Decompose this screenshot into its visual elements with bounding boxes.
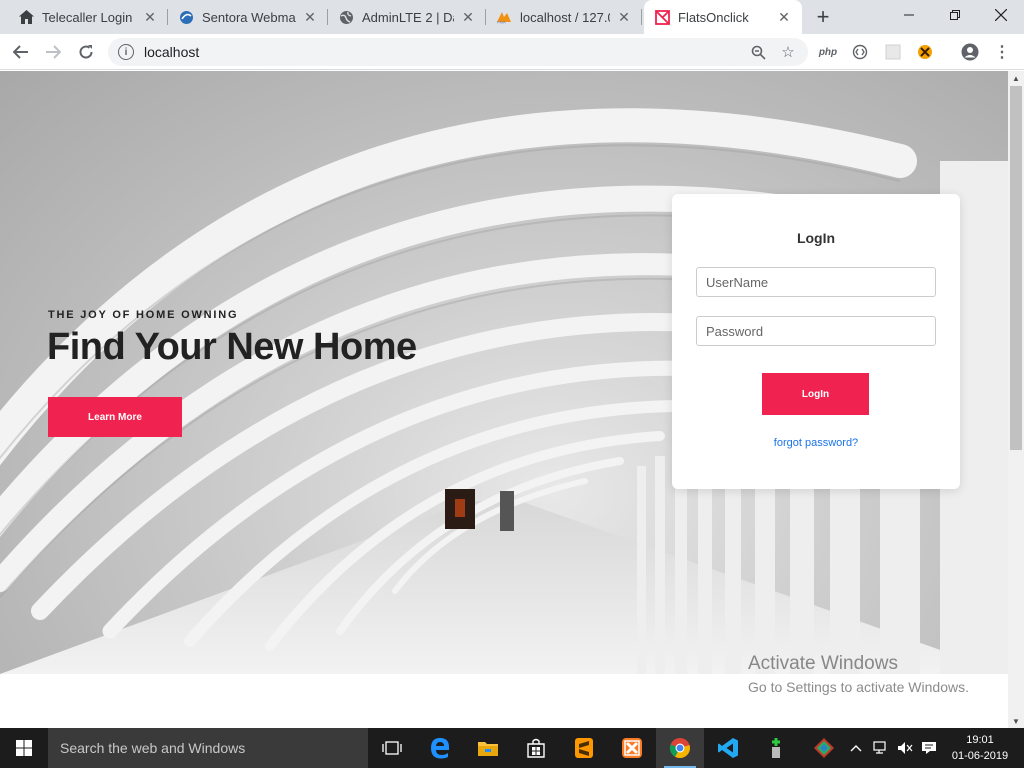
reload-button[interactable] [74, 40, 98, 64]
webmail-icon [178, 9, 194, 25]
login-button[interactable]: LogIn [762, 373, 869, 415]
vscode-icon[interactable] [704, 728, 752, 768]
tab-phpmyadmin[interactable]: PMA localhost / 127.0.0 ✕ [486, 0, 642, 34]
menu-kebab-icon[interactable]: ⋮ [992, 42, 1012, 62]
windows-logo-icon [16, 740, 32, 756]
tab-strip: Telecaller Login ✕ Sentora Webmail ✕ Adm… [0, 0, 1024, 34]
close-window-button[interactable] [978, 0, 1024, 30]
tab-title: localhost / 127.0.0 [520, 9, 610, 25]
scroll-up-icon[interactable]: ▲ [1008, 71, 1024, 85]
tab-title: Telecaller Login [42, 9, 133, 25]
zoom-icon[interactable] [748, 42, 768, 62]
address-bar[interactable]: i localhost ☆ [108, 38, 808, 66]
hero-headline: Find Your New Home [47, 326, 417, 368]
hero-banner: THE JOY OF HOME OWNING Find Your New Hom… [0, 71, 1008, 674]
volume-muted-icon[interactable] [894, 728, 916, 768]
show-hidden-icons[interactable] [846, 728, 866, 768]
store-icon[interactable] [512, 728, 560, 768]
devtools-extension-icon[interactable] [850, 42, 870, 62]
action-center-icon[interactable] [918, 728, 940, 768]
back-button[interactable] [9, 40, 33, 64]
tab-sentora-webmail[interactable]: Sentora Webmail ✕ [168, 0, 328, 34]
close-icon[interactable]: ✕ [460, 9, 476, 25]
blank-extension-icon[interactable] [883, 42, 903, 62]
tab-adminlte[interactable]: AdminLTE 2 | Dash ✕ [328, 0, 486, 34]
restore-button[interactable] [932, 0, 978, 30]
tab-title: Sentora Webmail [202, 9, 296, 25]
task-view-icon[interactable] [368, 728, 416, 768]
svg-text:PMA: PMA [497, 20, 506, 25]
watermark-title: Activate Windows [748, 653, 898, 674]
username-input[interactable] [696, 267, 936, 297]
new-tab-button[interactable]: + [810, 4, 836, 30]
login-title: LogIn [796, 230, 836, 246]
start-button[interactable] [0, 728, 48, 768]
network-icon[interactable] [870, 728, 892, 768]
sublime-text-icon[interactable] [560, 728, 608, 768]
home-icon [18, 9, 34, 25]
url-text: localhost [144, 44, 200, 60]
xampp-icon[interactable] [608, 728, 656, 768]
close-icon[interactable]: ✕ [616, 9, 632, 25]
chrome-icon[interactable] [656, 728, 704, 768]
password-input[interactable] [696, 316, 936, 346]
scrollbar-thumb[interactable] [1010, 86, 1022, 450]
scroll-down-icon[interactable]: ▼ [1008, 714, 1024, 728]
globe-icon [338, 9, 354, 25]
vertical-scrollbar[interactable]: ▲ ▼ [1008, 71, 1024, 728]
taskbar: Search the web and Windows 19:01 01-06-2… [0, 728, 1024, 768]
tab-telecaller-login[interactable]: Telecaller Login ✕ [8, 0, 168, 34]
learn-more-button[interactable]: Learn More [48, 397, 182, 437]
edge-browser-icon[interactable] [416, 728, 464, 768]
xampp-extension-icon[interactable] [915, 42, 935, 62]
profile-icon[interactable] [960, 42, 980, 62]
window-controls [886, 0, 1024, 30]
taskbar-search-box[interactable]: Search the web and Windows [48, 728, 368, 768]
close-icon[interactable]: ✕ [776, 9, 792, 25]
tab-title: FlatsOnclick [678, 9, 749, 25]
flatsonclick-icon [654, 9, 670, 25]
browser-toolbar: i localhost ☆ php ⋮ [0, 34, 1024, 70]
hero-subheading: THE JOY OF HOME OWNING [48, 309, 239, 321]
git-kraken-icon[interactable] [800, 728, 848, 768]
activation-watermark: Activate Windows Go to Settings to activ… [748, 653, 969, 695]
clock-date: 01-06-2019 [951, 750, 1009, 762]
page-viewport: THE JOY OF HOME OWNING Find Your New Hom… [0, 71, 1008, 728]
file-explorer-icon[interactable] [464, 728, 512, 768]
clock-time: 19:01 [966, 734, 994, 746]
tab-title: AdminLTE 2 | Dash [362, 9, 454, 25]
close-icon[interactable]: ✕ [142, 9, 158, 25]
php-extension-icon[interactable]: php [818, 42, 838, 62]
battery-tool-icon[interactable] [752, 728, 800, 768]
close-icon[interactable]: ✕ [302, 9, 318, 25]
tab-flatsonclick[interactable]: FlatsOnclick ✕ [644, 0, 802, 34]
system-clock[interactable]: 19:01 01-06-2019 [948, 732, 1012, 764]
forward-button[interactable] [41, 40, 65, 64]
bookmark-star-icon[interactable]: ☆ [778, 42, 798, 62]
forgot-password-link[interactable]: forgot password? [672, 437, 960, 449]
minimize-button[interactable] [886, 0, 932, 30]
login-card: LogIn LogIn forgot password? [672, 194, 960, 489]
watermark-subtitle: Go to Settings to activate Windows. [748, 679, 969, 695]
site-info-icon[interactable]: i [118, 44, 134, 60]
phpmyadmin-icon: PMA [496, 9, 512, 25]
